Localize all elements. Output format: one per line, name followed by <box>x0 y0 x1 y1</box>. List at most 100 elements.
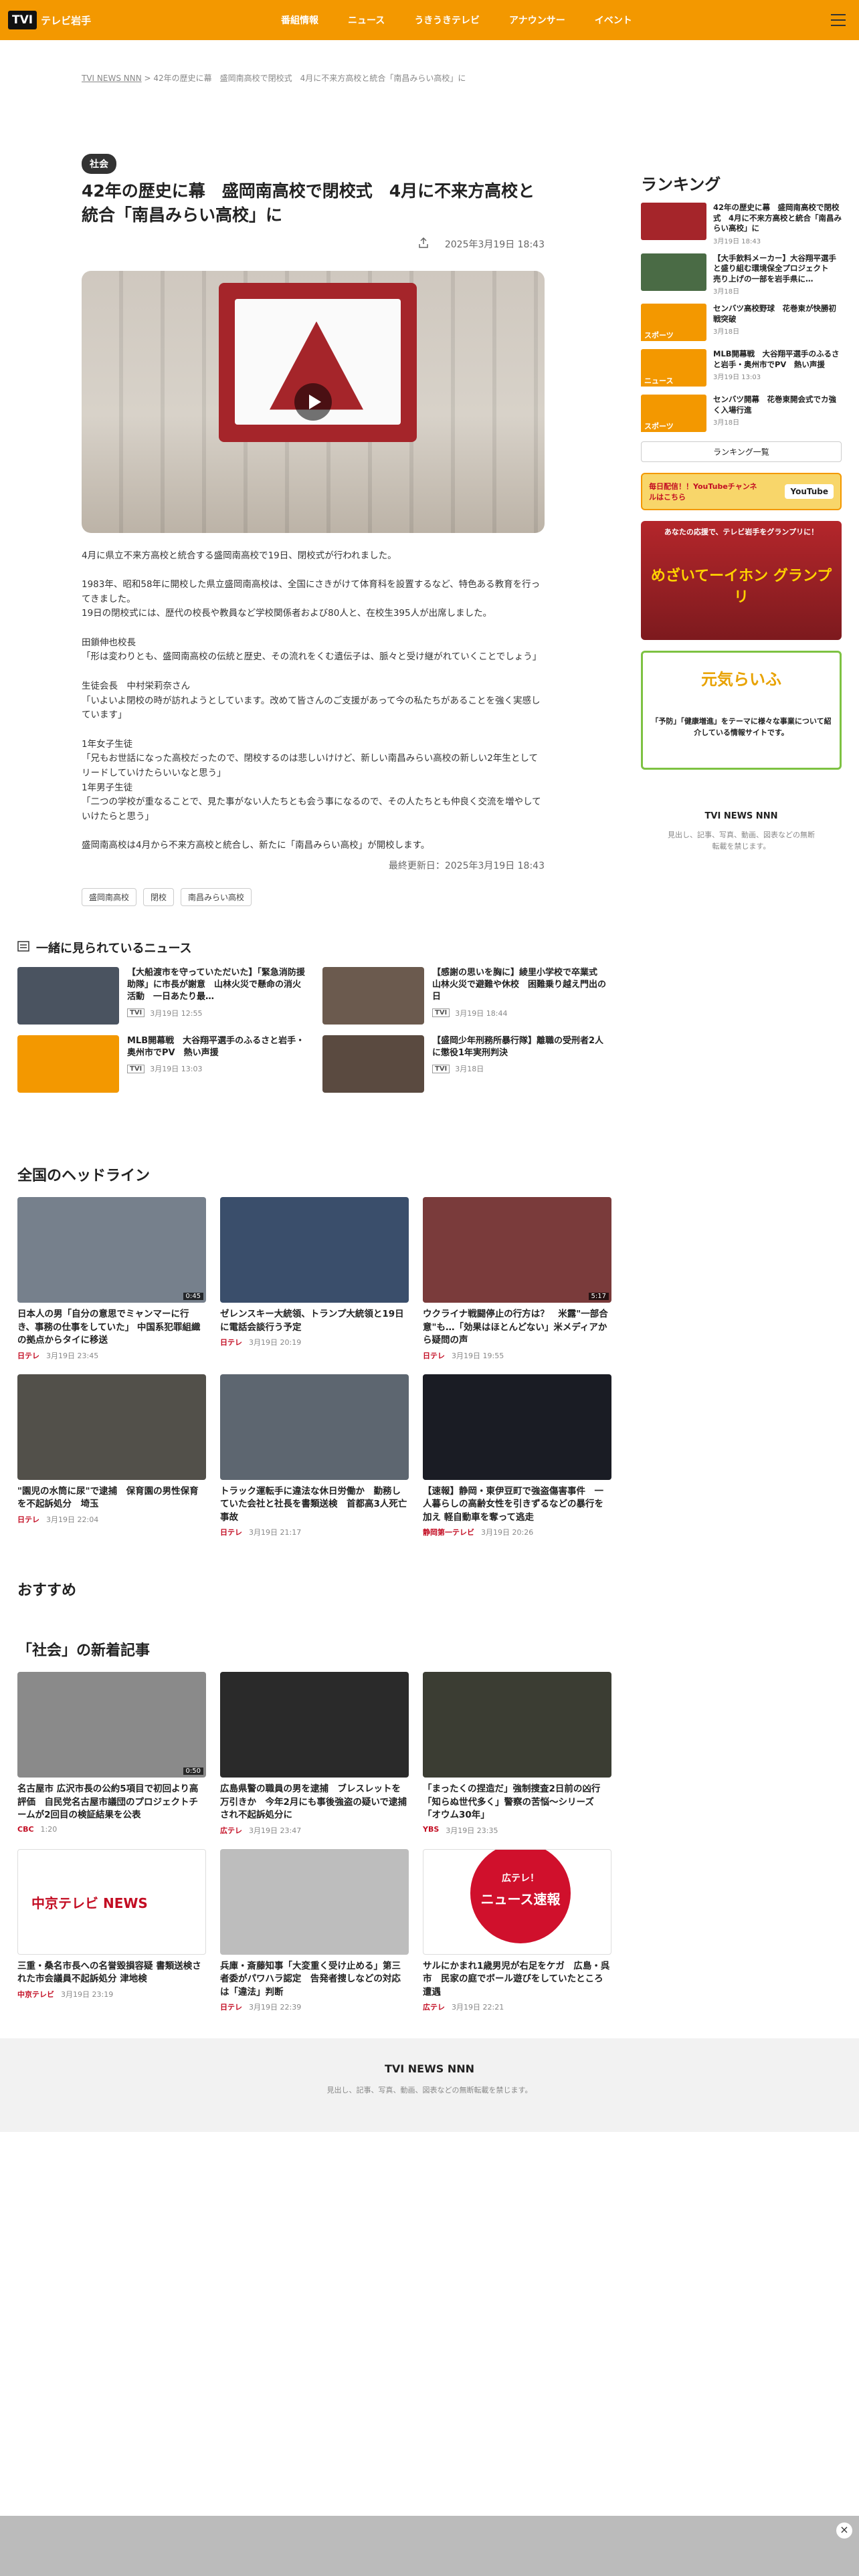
news-thumbnail[interactable] <box>220 1374 409 1480</box>
news-thumbnail[interactable] <box>322 967 424 1025</box>
news-meta: 日テレ 3月19日 21:17 <box>220 1527 409 1537</box>
tag-chip[interactable]: 盛岡南高校 <box>82 888 137 906</box>
ranking-item[interactable]: 【大手飲料メーカー】大谷翔平選手と盛り組む環境保全プロジェクト 売り上げの一部を… <box>641 253 842 296</box>
news-title[interactable]: トラック運転手に違法な休日労働か 勤務していた会社と社長を書類送検 首都高3人死… <box>220 1485 409 1525</box>
play-icon[interactable] <box>294 383 332 421</box>
news-thumbnail[interactable]: 中京テレビ NEWS <box>17 1848 206 1955</box>
hamburger-menu-icon[interactable] <box>831 12 846 28</box>
breadcrumb-home[interactable]: TVI NEWS NNN <box>82 74 142 83</box>
video-duration: 5:17 <box>588 1293 609 1300</box>
news-thumbnail[interactable] <box>17 1374 206 1480</box>
nav-ukiuki[interactable]: うきうきテレビ <box>414 13 480 27</box>
site-logo[interactable]: TVI テレビ岩手 <box>8 11 91 29</box>
news-title[interactable]: 【盛岡少年刑務所暴行隊】離職の受刑者2人に懲役1年実刑判決 <box>432 1035 611 1059</box>
news-title[interactable]: 兵庫・斎藤知事「大変重く受け止める」第三者委がパワハラ認定 告発者捜しなどの対応… <box>220 1960 409 2000</box>
video-player[interactable] <box>82 270 545 533</box>
news-thumbnail[interactable] <box>423 1374 611 1480</box>
list-item[interactable]: 【盛岡少年刑務所暴行隊】離職の受刑者2人に懲役1年実刑判決 TVI 3月18日 <box>322 1035 611 1093</box>
youtube-banner[interactable]: 毎日配信！！YouTubeチャンネルはこちら YouTube <box>641 473 842 511</box>
news-meta: YBS 3月19日 23:35 <box>423 1825 611 1836</box>
ranking-more-button[interactable]: ランキング一覧 <box>641 441 842 463</box>
news-card[interactable]: 兵庫・斎藤知事「大変重く受け止める」第三者委がパワハラ認定 告発者捜しなどの対応… <box>220 1848 409 2013</box>
ranking-item[interactable]: ニュース MLB開幕戦 大谷翔平選手のふるさと岩手・奥州市でPV 熱い声援 3月19… <box>641 349 842 387</box>
news-card[interactable]: 広島県警の職員の男を逮捕 ブレスレットを万引きか 今年2月にも事後強盗の疑いで逮… <box>220 1672 409 1836</box>
ranking-thumbnail[interactable] <box>641 203 706 240</box>
ranking-thumbnail[interactable]: スポーツ <box>641 395 706 433</box>
news-card[interactable]: 【速報】静岡・東伊豆町で強盗傷害事件 一人暮らしの高齢女性を引きずるなどの暴行を… <box>423 1374 611 1538</box>
news-thumbnail[interactable] <box>423 1672 611 1778</box>
nav-news[interactable]: ニュース <box>348 13 385 27</box>
news-title[interactable]: ゼレンスキー大統領、トランプ大統領と19日に電話会談行う予定 <box>220 1308 409 1334</box>
category-tag[interactable]: 社会 <box>82 154 116 174</box>
news-title[interactable]: 【大船渡市を守っていただいた】「緊急消防援助隊」に市長が謝意 山林火災で懸命の消… <box>127 967 306 1004</box>
tag-chip[interactable]: 南昌みらい高校 <box>181 888 252 906</box>
breaking-news-text: ニュース速報 <box>480 1891 561 1907</box>
ranking-thumbnail[interactable]: ニュース <box>641 349 706 387</box>
ranking-item[interactable]: スポーツ センバツ開幕 花巻東開会式でカ強く入場行進 3月18日 <box>641 395 842 433</box>
ranking-thumbnail[interactable] <box>641 253 706 291</box>
news-title[interactable]: "園児の水筒に尿"で逮捕 保育園の男性保育を不起訴処分 埼玉 <box>17 1485 206 1511</box>
close-icon[interactable]: × <box>836 2523 852 2539</box>
list-item[interactable]: 【感謝の思いを胸に】綾里小学校で卒業式 山林火災で避難や休校 困難乗り越え門出の… <box>322 967 611 1025</box>
source-label: 日テレ <box>17 1515 39 1524</box>
list-item[interactable]: MLB開幕戦 大谷翔平選手のふるさと岩手・奥州市でPV 熱い声援 TVI 3月19日… <box>17 1035 306 1093</box>
genki-life-banner[interactable]: 元気らいふ 「予防」「健康増進」をテーマに様々な事業について紹介している情報サイ… <box>641 651 842 770</box>
ranking-item[interactable]: スポーツ センバツ高校野球 花巻東が快勝初戦突破 3月18日 <box>641 304 842 342</box>
news-card[interactable]: 0:45 日本人の男「自分の意思でミャンマーに行き、事務の仕事をしていた」 中国系… <box>17 1197 206 1361</box>
news-card[interactable]: 広テレ！ ニュース速報サルにかまれ1歳男児が右足をケガ 広島・呉市 民家の庭でボー… <box>423 1848 611 2013</box>
source-label: CBC <box>17 1824 34 1834</box>
news-card[interactable]: 中京テレビ NEWS 三重・桑名市長への名誉毀損容疑 書類送検された市会議員不起訴… <box>17 1848 206 2013</box>
ranking-title[interactable]: センバツ高校野球 花巻東が快勝初戦突破 <box>713 304 842 324</box>
news-title[interactable]: 【感謝の思いを胸に】綾里小学校で卒業式 山林火災で避難や休校 困難乗り越え門出の… <box>432 967 611 1004</box>
news-date: 1:20 <box>40 1824 58 1834</box>
news-title[interactable]: ウクライナ戦闘停止の行方は？ 米露"一部合意"も…「効果はほとんどない」米メディ… <box>423 1308 611 1348</box>
news-date: 3月19日 19:55 <box>452 1351 504 1360</box>
share-icon[interactable] <box>418 237 429 251</box>
news-card[interactable]: ゼレンスキー大統領、トランプ大統領と19日に電話会談行う予定 日テレ 3月19日 2… <box>220 1197 409 1361</box>
ranking-title[interactable]: MLB開幕戦 大谷翔平選手のふるさと岩手・奥州市でPV 熱い声援 <box>713 349 842 370</box>
related-news-section: 一緒に見られているニュース 【大船渡市を守っていただいた】「緊急消防援助隊」に市… <box>17 939 611 1093</box>
news-thumbnail[interactable] <box>17 1035 119 1093</box>
news-thumbnail[interactable]: 広テレ！ ニュース速報 <box>423 1848 611 1955</box>
nav-announcer[interactable]: アナウンサー <box>509 13 565 27</box>
news-thumbnail[interactable] <box>220 1197 409 1303</box>
ranking-item[interactable]: 42年の歴史に幕 盛岡南高校で閉校式 4月に不来方高校と統合「南昌みらい高校」に… <box>641 203 842 245</box>
ranking-title[interactable]: 【大手飲料メーカー】大谷翔平選手と盛り組む環境保全プロジェクト 売り上げの一部を… <box>713 253 842 285</box>
news-thumbnail[interactable] <box>17 967 119 1025</box>
footer-logo[interactable]: TVI NEWS NNN <box>0 2062 859 2075</box>
news-card[interactable]: トラック運転手に違法な休日労働か 勤務していた会社と社長を書類送検 首都高3人死… <box>220 1374 409 1538</box>
sidebar: ランキング 42年の歴史に幕 盛岡南高校で閉校式 4月に不来方高校と統合「南昌み… <box>641 171 842 853</box>
news-thumbnail[interactable] <box>220 1848 409 1955</box>
news-thumbnail[interactable] <box>322 1035 424 1093</box>
ranking-thumbnail[interactable]: スポーツ <box>641 304 706 342</box>
news-title[interactable]: 日本人の男「自分の意思でミャンマーに行き、事務の仕事をしていた」 中国系犯罪組織… <box>17 1308 206 1348</box>
news-date: 3月19日 23:19 <box>61 1990 114 1999</box>
ranking-title: ランキング <box>641 175 721 194</box>
news-card[interactable]: 5:17 ウクライナ戦闘停止の行方は？ 米露"一部合意"も…「効果はほとんどない」… <box>423 1197 611 1361</box>
news-thumbnail[interactable]: 0:45 <box>17 1197 206 1303</box>
news-title[interactable]: 「まったくの捏造だ」強制捜査2日前の凶行「知らぬ世代多く」警察の苦悩〜シリーズ「… <box>423 1783 611 1822</box>
news-title[interactable]: 広島県警の職員の男を逮捕 ブレスレットを万引きか 今年2月にも事後強盗の疑いで逮… <box>220 1783 409 1822</box>
news-thumbnail[interactable]: 0:50 <box>17 1672 206 1778</box>
news-card[interactable]: 「まったくの捏造だ」強制捜査2日前の凶行「知らぬ世代多く」警察の苦悩〜シリーズ「… <box>423 1672 611 1836</box>
nav-programs[interactable]: 番組情報 <box>281 13 318 27</box>
news-thumbnail[interactable] <box>220 1672 409 1778</box>
news-title[interactable]: MLB開幕戦 大谷翔平選手のふるさと岩手・奥州市でPV 熱い声援 <box>127 1035 306 1059</box>
news-title[interactable]: サルにかまれ1歳男児が右足をケガ 広島・呉市 民家の庭でボール遊びをしていたとこ… <box>423 1960 611 2000</box>
news-title[interactable]: 【速報】静岡・東伊豆町で強盗傷害事件 一人暮らしの高齢女性を引きずるなどの暴行を… <box>423 1485 611 1525</box>
news-title[interactable]: 名古屋市 広沢市長の公約5項目で初回より高評価 自民党名古屋市議団のプロジェクト… <box>17 1783 206 1822</box>
nav-event[interactable]: イベント <box>595 13 632 27</box>
updated-date: 最終更新日：2025年3月19日 18:43 <box>388 861 545 871</box>
news-thumbnail[interactable]: 5:17 <box>423 1197 611 1303</box>
sidebar-footer: TVI NEWS NNN 見出し、記事、写真、動画、図表などの無断転載を禁じます… <box>641 810 842 853</box>
list-item[interactable]: 【大船渡市を守っていただいた】「緊急消防援助隊」に市長が謝意 山林火災で懸命の消… <box>17 967 306 1025</box>
news-card[interactable]: 0:50 名古屋市 広沢市長の公約5項目で初回より高評価 自民党名古屋市議団のプロ… <box>17 1672 206 1836</box>
tag-chip[interactable]: 閉校 <box>143 888 175 906</box>
ranking-title[interactable]: 42年の歴史に幕 盛岡南高校で閉校式 4月に不来方高校と統合「南昌みらい高校」に <box>713 203 842 234</box>
source-label: 静岡第一テレビ <box>423 1528 474 1537</box>
grandprix-banner[interactable]: あなたの応援で、テレビ岩手をグランプリに！ めざいてーイホン グランプリ <box>641 521 842 641</box>
news-card[interactable]: "園児の水筒に尿"で逮捕 保育園の男性保育を不起訴処分 埼玉 日テレ 3月19日 2… <box>17 1374 206 1538</box>
source-label: 日テレ <box>220 2003 242 2012</box>
ranking-title[interactable]: センバツ開幕 花巻東開会式でカ強く入場行進 <box>713 395 842 415</box>
news-title[interactable]: 三重・桑名市長への名誉毀損容疑 書類送検された市会議員不起訴処分 津地検 <box>17 1960 206 1986</box>
